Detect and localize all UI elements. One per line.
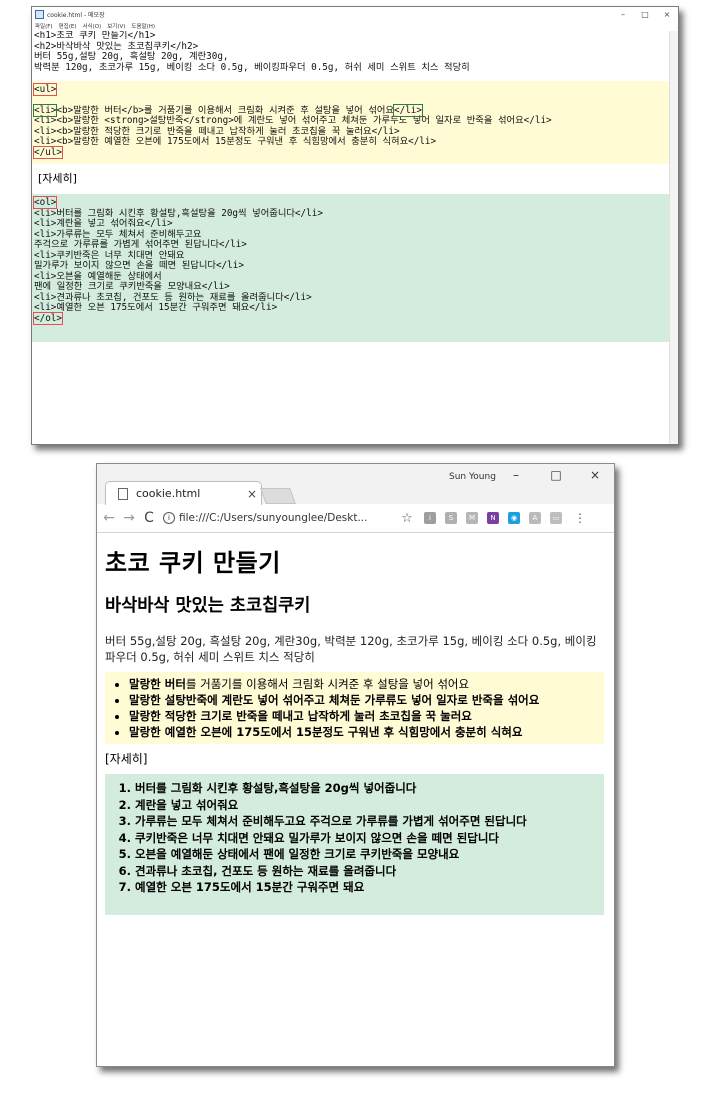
list-item: 가루류는 모두 체쳐서 준비해두고요 주걱으로 가루류를 가볍게 섞어주면 된답… <box>135 813 604 830</box>
code-line: <h1>초코 쿠키 만들기</h1> <box>34 31 156 41</box>
detail-label: [자세히] <box>105 752 148 766</box>
onenote-icon[interactable]: N <box>487 512 499 524</box>
list-item-bold: 말랑한 버터 <box>129 677 186 691</box>
list-item: 견과류나 초코칩, 건포도 등 원하는 재료를 올려줍니다 <box>135 863 604 880</box>
code-line: 주걱으로 가루류를 가볍게 섞어주면 된답니다</li> <box>34 239 247 250</box>
tab-close-icon[interactable]: × <box>243 487 261 501</box>
notepad-window: cookie.html - 메모장 – □ × 파일(F) 편집(E) 서식(O… <box>31 6 679 445</box>
browser-minimize-button[interactable]: – <box>506 468 526 482</box>
ol-open-tag: <ol> <box>32 196 58 209</box>
notepad-editor[interactable]: <h1>초코 쿠키 만들기</h1> <h2>바삭바삭 맛있는 초코칩쿠키</h… <box>32 31 670 444</box>
extension-icon[interactable]: ◉ <box>508 512 520 524</box>
extension-icon[interactable]: S <box>445 512 457 524</box>
code-line: 팬에 일정한 크기로 쿠키반죽을 모양내요</li> <box>34 281 230 292</box>
forward-arrow-icon[interactable]: → <box>119 510 139 526</box>
page-title: 초코 쿠키 만들기 <box>105 549 281 577</box>
page-subtitle: 바삭바삭 맛있는 초코칩쿠키 <box>105 596 311 616</box>
page-content: 초코 쿠키 만들기 바삭바삭 맛있는 초코칩쿠키 버터 55g,설탕 20g, … <box>97 533 614 915</box>
code-line: <b>말랑한 버터</b>를 거품기를 이용해서 크림화 시켜준 후 설탕을 넣… <box>56 104 394 116</box>
bookmark-star-icon[interactable]: ☆ <box>399 511 415 526</box>
info-icon[interactable]: i <box>163 512 175 524</box>
list-item: 계란을 넣고 섞어줘요 <box>135 797 604 814</box>
back-arrow-icon[interactable]: ← <box>99 510 119 526</box>
list-item: 오븐을 예열해둔 상태에서 팬에 일정한 크기로 쿠키반죽을 모양내요 <box>135 846 604 863</box>
browser-window: cookie.html × Sun Young – □ × ← → C i fi… <box>96 463 615 1067</box>
cast-icon[interactable]: ▭ <box>550 512 562 524</box>
extension-icon[interactable]: A <box>529 512 541 524</box>
browser-maximize-button[interactable]: □ <box>546 468 566 482</box>
notepad-scrollbar[interactable] <box>669 31 678 444</box>
notepad-close-button[interactable]: × <box>656 10 678 19</box>
code-line: 밀가루가 보이지 않으면 손을 떼면 된답니다</li> <box>34 260 244 271</box>
list-item: 버터를 그림화 시킨후 황설탕,흑설탕을 20g씩 넣어줍니다 <box>135 780 604 797</box>
ol-close-tag: </ol> <box>33 311 63 325</box>
list-item: 말랑한 버터를 거품기를 이용해서 크림화 시켜준 후 설탕을 넣어 섞어요 <box>129 676 604 692</box>
tab-cookie-html[interactable]: cookie.html × <box>105 481 262 505</box>
menu-view[interactable]: 보기(V) <box>107 22 125 30</box>
browser-tabstrip: cookie.html × Sun Young – □ × <box>97 464 614 505</box>
menu-help[interactable]: 도움말(H) <box>131 22 155 30</box>
profile-name[interactable]: Sun Young <box>449 472 496 482</box>
notepad-minimize-button[interactable]: – <box>612 10 634 19</box>
menu-file[interactable]: 파일(F) <box>35 22 53 30</box>
extension-icon[interactable]: M <box>466 512 478 524</box>
list-item: 말랑한 적당한 크기로 반죽을 떼내고 납작하게 눌러 초코칩을 꾹 눌러요 <box>129 708 604 724</box>
steps-detail-list: 버터를 그림화 시킨후 황설탕,흑설탕을 20g씩 넣어줍니다 계란을 넣고 섞… <box>105 780 604 896</box>
code-line: <li>예열한 오븐 175도에서 15분간 구워주면 돼요</li> <box>34 302 278 313</box>
code-line: 버터 55g,설탕 20g, 흑설탕 20g, 계란30g, <box>34 51 229 62</box>
menu-edit[interactable]: 편집(E) <box>59 22 77 30</box>
code-header: <h1>초코 쿠키 만들기</h1> <h2>바삭바삭 맛있는 초코칩쿠키</h… <box>32 31 670 73</box>
tab-title: cookie.html <box>136 487 201 500</box>
document-icon <box>118 487 128 500</box>
list-item-text: 를 거품기를 이용해서 크림화 시켜준 후 설탕을 넣어 섞어요 <box>185 677 470 691</box>
list-item: 말랑한 설탕반죽에 계란도 넣어 섞어주고 체쳐둔 가루류도 넣어 일자로 반죽… <box>129 692 604 708</box>
code-ul-block: <ul> <li><b>말랑한 버터</b>를 거품기를 이용해서 크림화 시켜… <box>32 81 670 164</box>
extension-icon[interactable]: i <box>424 512 436 524</box>
browser-menu-icon[interactable]: ⋮ <box>574 511 586 525</box>
notepad-menubar: 파일(F) 편집(E) 서식(O) 보기(V) 도움말(H) <box>32 21 678 31</box>
li-open-tag: <li> <box>32 103 58 117</box>
list-item: 예열한 오븐 175도에서 15분간 구워주면 돼요 <box>135 879 604 896</box>
code-line: <li><b>말랑한 예열한 오븐에 175도에서 15분정도 구워낸 후 식힘… <box>34 136 437 147</box>
ul-open-tag: <ul> <box>32 83 58 96</box>
ingredients-text: 버터 55g,설탕 20g, 흑설탕 20g, 계란30g, 박력분 120g,… <box>105 634 597 664</box>
code-line: <li><b>말랑한 <strong>설탕반죽</strong>에 계란도 넣어… <box>34 115 552 126</box>
url-text[interactable]: file:///C:/Users/sunyounglee/Deskt... <box>179 512 367 524</box>
code-line: 박력분 120g, 초코가루 15g, 베이킹 소다 0.5g, 베이킹파우더 … <box>34 61 470 73</box>
browser-toolbar: ← → C i file:///C:/Users/sunyounglee/Des… <box>97 504 614 533</box>
list-item-bold: 말랑한 설탕반죽에 계란도 넣어 섞어주고 체쳐둔 가루류도 넣어 일자로 반죽… <box>129 693 540 707</box>
notepad-title: cookie.html - 메모장 <box>47 11 105 19</box>
notepad-titlebar: cookie.html - 메모장 – □ × <box>32 7 678 21</box>
menu-format[interactable]: 서식(O) <box>82 22 101 30</box>
code-detail-label: [자세히] <box>38 172 77 185</box>
list-item-bold: 말랑한 예열한 오븐에 175도에서 15분정도 구워낸 후 식힘망에서 충분히… <box>129 725 523 739</box>
steps-summary-block: 말랑한 버터를 거품기를 이용해서 크림화 시켜준 후 설탕을 넣어 섞어요 말… <box>105 672 604 744</box>
steps-detail-block: 버터를 그림화 시킨후 황설탕,흑설탕을 20g씩 넣어줍니다 계란을 넣고 섞… <box>105 774 604 915</box>
notepad-app-icon <box>35 9 44 19</box>
list-item-bold: 말랑한 적당한 크기로 반죽을 떼내고 납작하게 눌러 초코칩을 꾹 눌러요 <box>129 709 472 723</box>
li-close-tag: </li> <box>393 103 423 117</box>
list-item: 말랑한 예열한 오븐에 175도에서 15분정도 구워낸 후 식힘망에서 충분히… <box>129 724 604 740</box>
address-bar[interactable]: i file:///C:/Users/sunyounglee/Deskt... <box>163 508 395 528</box>
new-tab-button[interactable] <box>260 488 296 504</box>
list-item: 쿠키반죽은 너무 치대면 안돼요 밀가루가 보이지 않으면 손을 떼면 된답니다 <box>135 830 604 847</box>
ul-close-tag: </ul> <box>33 145 63 159</box>
notepad-maximize-button[interactable]: □ <box>634 10 656 19</box>
browser-close-button[interactable]: × <box>585 468 605 482</box>
code-line: <li>계란을 넣고 섞어줘요</li> <box>34 218 173 229</box>
reload-icon[interactable]: C <box>139 510 159 526</box>
code-ol-block: <ol> <li>버터를 그림화 시킨후 황설탕,흑설탕을 20g씩 넣어줍니다… <box>32 194 670 342</box>
steps-summary-list: 말랑한 버터를 거품기를 이용해서 크림화 시켜준 후 설탕을 넣어 섞어요 말… <box>105 676 604 740</box>
